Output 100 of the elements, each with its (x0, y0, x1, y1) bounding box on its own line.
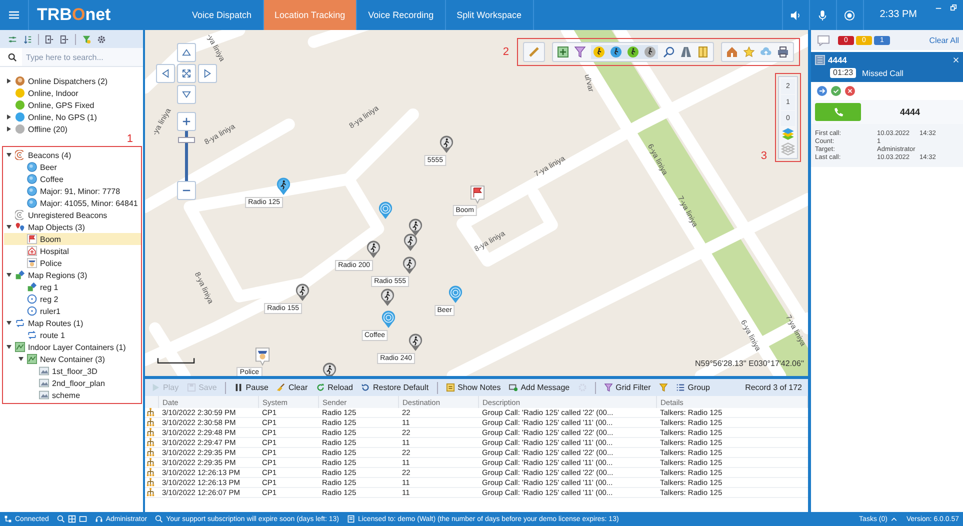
expand-caret-icon[interactable] (6, 126, 12, 132)
person-icon[interactable] (644, 46, 656, 58)
clear-all-link[interactable]: Clear All (929, 36, 959, 44)
ruler-icon[interactable] (528, 46, 540, 58)
tree-row[interactable]: 1st_floor_3D (4, 365, 141, 377)
person-pin-icon[interactable] (276, 177, 290, 196)
star-icon[interactable] (743, 46, 755, 58)
expand-caret-icon[interactable] (6, 152, 12, 158)
expand-caret-icon[interactable] (18, 356, 24, 362)
home-icon[interactable] (726, 46, 738, 58)
tree-row[interactable]: Online, No GPS (1) (4, 111, 143, 123)
tree-row[interactable]: ruler1 (4, 305, 141, 317)
call-card[interactable]: 4444 01:23 Missed Call (811, 52, 963, 82)
search-field[interactable]: Type here to search... (22, 48, 143, 66)
tree-row[interactable]: Indoor Layer Containers (1) (4, 341, 141, 353)
tree-row[interactable]: New Container (3) (4, 353, 141, 365)
tree-row[interactable]: Online Dispatchers (2) (4, 75, 143, 87)
close-icon[interactable] (845, 86, 855, 96)
search-icon[interactable] (663, 46, 675, 58)
person-icon[interactable] (593, 46, 605, 58)
tree-row[interactable]: scheme (4, 389, 141, 401)
tree-row[interactable]: Boom (4, 233, 141, 245)
layers-icon[interactable] (781, 127, 795, 141)
chat-icon[interactable] (817, 34, 830, 46)
toolbar-button[interactable] (658, 383, 668, 392)
tree-row[interactable]: reg 1 (4, 281, 141, 293)
tree-row[interactable]: Unregistered Beacons (4, 209, 141, 221)
toolbar-button[interactable]: Clear (276, 383, 308, 392)
filter-icon[interactable] (574, 46, 586, 58)
window-icon[interactable] (78, 515, 87, 523)
toolbar-button[interactable]: Grid Filter (604, 383, 651, 392)
beacon-pin-icon[interactable] (378, 201, 392, 220)
caret-up-icon[interactable] (890, 515, 898, 523)
close-icon[interactable] (953, 57, 959, 63)
toolbar-button[interactable]: Add Message (508, 383, 570, 392)
person-icon[interactable] (627, 46, 639, 58)
person-pin-icon[interactable] (366, 240, 380, 259)
settings-icon[interactable] (97, 34, 106, 44)
tree-row[interactable]: Online, Indoor (4, 87, 143, 99)
map-book-icon[interactable] (697, 46, 709, 58)
filter-icon[interactable] (82, 34, 91, 44)
tree-row[interactable]: Major: 41055, Minor: 64841 (4, 197, 141, 209)
tree-row[interactable]: Beer (4, 161, 141, 173)
person-pin-icon[interactable] (294, 283, 310, 302)
tree-row[interactable]: Beacons (4) (4, 149, 141, 161)
search-icon[interactable] (56, 515, 65, 523)
toolbar-button[interactable]: Pause (234, 383, 268, 392)
person-pin-icon[interactable] (402, 233, 418, 252)
add-square-icon[interactable] (557, 46, 569, 58)
tree-row[interactable]: 2nd_floor_plan (4, 377, 141, 389)
person-pin-icon[interactable] (408, 333, 422, 352)
toolbar-button[interactable]: Group (676, 383, 710, 392)
forward-icon[interactable] (817, 86, 827, 96)
hospital-icon (27, 246, 37, 256)
tree-row[interactable]: Offline (20) (4, 123, 143, 135)
tree-row[interactable]: Map Objects (3) (4, 221, 141, 233)
expand-caret-icon[interactable] (6, 78, 12, 84)
person-pin-icon[interactable] (408, 218, 422, 237)
person-icon[interactable] (610, 46, 622, 58)
sliders-icon[interactable] (8, 34, 17, 44)
printer-icon[interactable] (777, 46, 789, 58)
check-icon[interactable] (831, 86, 841, 96)
restore-window-icon[interactable] (950, 4, 957, 11)
expand-caret-icon[interactable] (6, 272, 12, 278)
expand-caret-icon[interactable] (6, 224, 12, 230)
toolbar-button[interactable]: Reload (316, 383, 353, 392)
tree-row[interactable]: Major: 91, Minor: 7778 (4, 185, 141, 197)
expand-all-icon[interactable] (45, 34, 54, 44)
expand-caret-icon[interactable] (6, 320, 12, 326)
tree-row[interactable]: reg 2 (4, 293, 141, 305)
toolbar-button[interactable]: Restore Default (360, 383, 429, 392)
tree-row[interactable]: Map Regions (3) (4, 269, 141, 281)
expand-caret-icon[interactable] (6, 344, 12, 350)
tree-row[interactable]: route 1 (4, 329, 141, 341)
tree-row[interactable]: Map Routes (1) (4, 317, 141, 329)
status-dot (15, 100, 25, 110)
fit-view-button[interactable] (177, 64, 196, 83)
person-pin-icon[interactable] (438, 135, 454, 154)
toolbar-button[interactable]: Show Notes (446, 383, 501, 392)
tree-row[interactable]: Coffee (4, 173, 141, 185)
image-icon (39, 366, 49, 376)
tree-row[interactable]: Police (4, 257, 141, 269)
collapse-all-icon[interactable] (60, 34, 69, 44)
zoom-in-button[interactable] (177, 112, 196, 131)
button-label: Clear (288, 383, 308, 392)
sort-icon[interactable] (23, 34, 32, 44)
pan-up-button[interactable] (177, 43, 196, 62)
tree-row[interactable]: Hospital (4, 245, 141, 257)
pan-down-button[interactable] (177, 85, 196, 104)
person-pin-icon[interactable] (322, 362, 336, 376)
person-pin-icon[interactable] (402, 256, 416, 275)
person-pin-icon[interactable] (380, 288, 394, 307)
expand-caret-icon[interactable] (6, 114, 12, 120)
beacon-pin-icon[interactable] (448, 285, 462, 304)
pan-left-button[interactable] (156, 64, 175, 83)
grid-icon[interactable] (68, 515, 76, 523)
tree-row[interactable]: Online, GPS Fixed (4, 99, 143, 111)
call-back-button[interactable] (815, 103, 861, 121)
pan-right-button[interactable] (198, 64, 217, 83)
road-icon[interactable] (680, 46, 692, 58)
